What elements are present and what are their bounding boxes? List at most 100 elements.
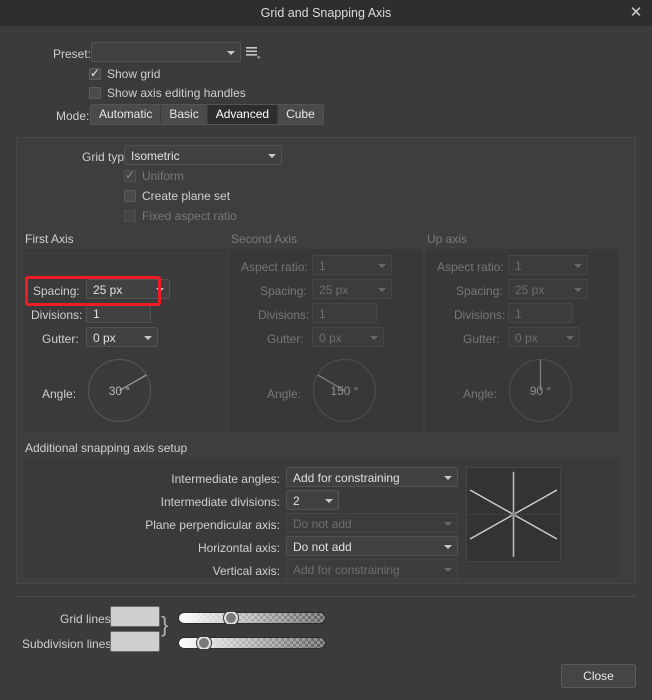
subdivision-lines-opacity-slider[interactable] (178, 637, 326, 649)
create-plane-set-label: Create plane set (142, 189, 231, 203)
uniform-checkbox (124, 168, 136, 182)
first-axis-spacing-dropdown[interactable]: 25 px (86, 279, 170, 299)
slider-thumb[interactable] (197, 637, 211, 649)
chevron-down-icon (378, 288, 386, 292)
chevron-down-icon (227, 51, 235, 55)
up-axis-aspect-ratio-label: Aspect ratio: (437, 260, 504, 274)
horizontal-axis-value: Do not add (293, 540, 352, 554)
grid-type-dropdown[interactable]: Isometric (124, 145, 282, 165)
chevron-down-icon (574, 288, 582, 292)
window-title: Grid and Snapping Axis (260, 6, 392, 20)
first-axis-gutter-dropdown[interactable]: 0 px (86, 327, 158, 347)
mode-label: Mode: (56, 109, 90, 123)
slider-track (178, 612, 326, 624)
first-axis-angle-label: Angle: (42, 387, 77, 401)
vertical-axis-value: Add for constraining (293, 563, 400, 577)
vertical-axis-label: Vertical axis: (212, 564, 280, 578)
mode-button-automatic[interactable]: Automatic (91, 105, 162, 124)
chevron-down-icon (370, 336, 378, 340)
preset-value (98, 43, 222, 63)
up-axis-angle-label: Angle: (463, 387, 498, 401)
vertical-axis-dropdown: Add for constraining (286, 559, 458, 579)
show-grid-label: Show grid (107, 67, 161, 81)
show-axis-editing-handles-checkbox[interactable] (89, 87, 101, 99)
first-axis-spacing-label: Spacing: (33, 284, 80, 298)
grid-lines-opacity-slider[interactable] (178, 612, 326, 624)
first-axis-title: First Axis (25, 232, 74, 246)
chevron-down-icon (444, 522, 452, 526)
second-axis-gutter-dropdown: 0 px (312, 327, 384, 347)
second-axis-angle-label: Angle: (267, 387, 302, 401)
grid-type-value: Isometric (131, 149, 180, 163)
fixed-aspect-ratio-label: Fixed aspect ratio (142, 209, 237, 223)
close-button[interactable]: Close (561, 664, 636, 688)
second-axis-spacing-dropdown: 25 px (312, 279, 392, 299)
up-axis-angle-dial: 90 ° (508, 358, 573, 423)
close-icon[interactable]: ✕ (626, 3, 646, 23)
up-axis-aspect-ratio-value: 1 (515, 259, 522, 273)
bottom-divider (16, 596, 636, 597)
first-axis-panel: Spacing: 25 px Divisions: 1 Gutter: 0 px… (24, 249, 227, 432)
first-axis-gutter-value: 0 px (93, 331, 116, 345)
mode-button-advanced[interactable]: Advanced (207, 105, 279, 124)
subdivision-lines-color-swatch[interactable] (110, 631, 160, 652)
second-axis-aspect-ratio-label: Aspect ratio: (241, 260, 308, 274)
create-plane-set-checkbox[interactable] (124, 190, 136, 202)
second-axis-title: Second Axis (231, 232, 298, 246)
up-axis-spacing-value: 25 px (515, 283, 545, 297)
up-axis-divisions-label: Divisions: (454, 308, 506, 322)
mode-button-basic[interactable]: Basic (161, 105, 208, 124)
first-axis-divisions-label: Divisions: (31, 308, 83, 322)
up-axis-title: Up axis (427, 232, 468, 246)
up-axis-panel: Aspect ratio: 1 Spacing: 25 px Divisions… (425, 249, 619, 432)
first-axis-divisions-value: 1 (93, 307, 100, 321)
intermediate-divisions-label: Intermediate divisions: (160, 495, 280, 509)
second-axis-gutter-label: Gutter: (267, 332, 304, 346)
preset-label: Preset: (53, 47, 92, 61)
plane-perpendicular-axis-label: Plane perpendicular axis: (145, 518, 280, 532)
up-axis-aspect-ratio-dropdown: 1 (508, 255, 588, 275)
second-axis-gutter-value: 0 px (319, 331, 342, 345)
list-menu-icon[interactable] (245, 45, 261, 61)
second-axis-spacing-value: 25 px (319, 283, 349, 297)
first-axis-angle-dial[interactable]: 30 ° (87, 358, 152, 423)
fixed-aspect-ratio-checkbox (124, 210, 136, 222)
chevron-down-icon (566, 336, 574, 340)
mode-segmented-control[interactable]: Automatic Basic Advanced Cube (90, 104, 324, 125)
intermediate-angles-value: Add for constraining (293, 471, 400, 485)
first-axis-divisions-input[interactable]: 1 (86, 303, 151, 323)
mode-button-cube[interactable]: Cube (278, 105, 323, 124)
horizontal-axis-label: Horizontal axis: (197, 541, 280, 555)
up-axis-gutter-label: Gutter: (463, 332, 500, 346)
show-axis-editing-handles-label: Show axis editing handles (107, 86, 246, 100)
grid-lines-color-swatch[interactable] (110, 606, 160, 627)
second-axis-aspect-ratio-dropdown: 1 (312, 255, 392, 275)
slider-thumb[interactable] (224, 612, 238, 624)
up-axis-divisions-value: 1 (515, 307, 522, 321)
axis-preview (466, 467, 561, 562)
chevron-down-icon (444, 545, 452, 549)
intermediate-angles-label: Intermediate angles: (171, 472, 280, 486)
preset-dropdown[interactable] (91, 42, 241, 62)
intermediate-angles-dropdown[interactable]: Add for constraining (286, 467, 458, 487)
chevron-down-icon (325, 499, 333, 503)
first-axis-spacing-value: 25 px (93, 283, 123, 297)
second-axis-divisions-value: 1 (319, 307, 326, 321)
intermediate-divisions-value: 2 (293, 494, 300, 508)
second-axis-angle-value: 150 ° (330, 383, 359, 398)
link-bracket-icon[interactable]: } (161, 614, 168, 636)
horizontal-axis-dropdown[interactable]: Do not add (286, 536, 458, 556)
chevron-down-icon (156, 288, 164, 292)
up-axis-gutter-dropdown: 0 px (508, 327, 580, 347)
second-axis-panel: Aspect ratio: 1 Spacing: 25 px Divisions… (229, 249, 423, 432)
second-axis-angle-dial: 150 ° (312, 358, 377, 423)
title-bar: Grid and Snapping Axis ✕ (0, 0, 652, 26)
show-grid-checkbox[interactable] (89, 66, 101, 80)
first-axis-gutter-label: Gutter: (42, 332, 79, 346)
grid-settings-panel: Grid type: Isometric Uniform Create plan… (16, 137, 636, 584)
intermediate-divisions-dropdown[interactable]: 2 (286, 490, 339, 510)
second-axis-divisions-label: Divisions: (258, 308, 310, 322)
up-axis-spacing-label: Spacing: (456, 284, 503, 298)
grid-lines-label: Grid lines: (60, 612, 115, 626)
up-axis-divisions-input: 1 (508, 303, 573, 323)
